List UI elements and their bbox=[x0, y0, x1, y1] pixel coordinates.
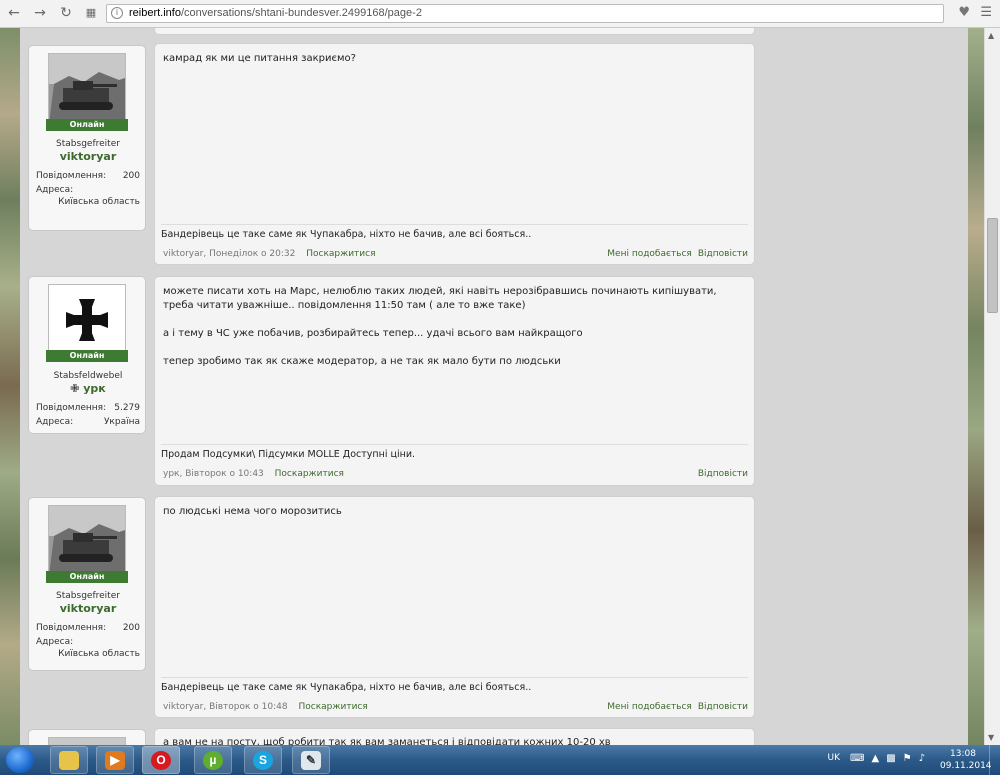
clock-time: 13:08 bbox=[950, 749, 976, 759]
volume-icon[interactable]: ♪ bbox=[919, 753, 932, 764]
taskbar-media-player[interactable]: ▶ bbox=[96, 746, 134, 774]
post-meta: viktoryar, Понеділок о 20:32 Поскаржитис… bbox=[163, 249, 748, 259]
clock-date: 09.11.2014 bbox=[940, 761, 992, 771]
post-user-panel: Онлайн Stabsgefreiter viktoryar Повідомл… bbox=[28, 497, 146, 671]
forward-icon[interactable]: → bbox=[32, 5, 48, 21]
previous-post-edge bbox=[154, 28, 755, 35]
windows-taskbar: ▶ O µ S ✎ UK ⌨▲▩⚑♪ 13:08 09.11.2014 bbox=[0, 745, 1000, 775]
signature: Бандерівець це таке саме як Чупакабра, н… bbox=[161, 224, 748, 240]
start-button[interactable] bbox=[6, 747, 34, 773]
taskbar-explorer[interactable] bbox=[50, 746, 88, 774]
system-clock[interactable]: 13:08 09.11.2014 bbox=[940, 748, 992, 772]
user-rank: Stabsgefreiter bbox=[56, 139, 120, 149]
skype-icon: S bbox=[253, 751, 273, 770]
username-link[interactable]: viktoryar bbox=[29, 602, 147, 615]
reply-link[interactable]: Відповісти bbox=[698, 702, 748, 712]
avatar[interactable] bbox=[48, 284, 126, 356]
post-user-panel: Онлайн Stabsfeldwebel ✙ урк Повідомлення… bbox=[28, 276, 146, 434]
stat-address: Адреса: Київська область bbox=[36, 637, 140, 659]
post-date[interactable]: Вівторок о 10:48 bbox=[209, 702, 288, 712]
apps-grid-icon[interactable]: ▦ bbox=[83, 5, 99, 21]
avatar[interactable] bbox=[48, 53, 126, 125]
scroll-up-icon[interactable]: ▲ bbox=[988, 31, 994, 40]
message-text: можете писати хоть на Марс, нелюблю таки… bbox=[163, 286, 717, 367]
folder-icon bbox=[59, 751, 79, 770]
like-link[interactable]: Мені подобається bbox=[607, 702, 692, 712]
opera-icon: O bbox=[151, 751, 171, 770]
report-link[interactable]: Поскаржитися bbox=[299, 702, 368, 712]
post-author[interactable]: урк bbox=[163, 469, 179, 479]
avatar[interactable] bbox=[48, 505, 126, 577]
play-icon: ▶ bbox=[105, 751, 125, 770]
user-rank: Stabsfeldwebel bbox=[53, 371, 123, 381]
post-date[interactable]: Понеділок о 20:32 bbox=[209, 249, 295, 259]
vertical-scrollbar[interactable]: ▲ ▼ bbox=[984, 28, 1000, 745]
show-hidden-icon[interactable]: ▲ bbox=[871, 753, 886, 764]
camouflage-background-left bbox=[0, 28, 20, 745]
show-desktop-button[interactable] bbox=[989, 745, 1000, 775]
post-meta: viktoryar, Вівторок о 10:48 Поскаржитися… bbox=[163, 702, 748, 712]
username-link[interactable]: viktoryar bbox=[29, 150, 147, 163]
post-meta: урк, Вівторок о 10:43 Поскаржитися Відпо… bbox=[163, 469, 748, 479]
online-badge: Онлайн bbox=[46, 350, 128, 362]
address-bar[interactable]: i reibert.info/conversations/shtani-bund… bbox=[106, 4, 944, 23]
bookmark-heart-icon[interactable]: ♥ bbox=[958, 5, 970, 20]
camouflage-background-right bbox=[968, 28, 984, 745]
iron-cross-icon: ✙ bbox=[70, 382, 80, 395]
stat-address: Адреса: Київська область bbox=[36, 185, 140, 207]
report-link[interactable]: Поскаржитися bbox=[275, 469, 344, 479]
page-info-icon[interactable]: i bbox=[111, 7, 123, 19]
scroll-thumb[interactable] bbox=[987, 218, 998, 313]
signature[interactable]: Продам Подсумки\ Підсумки MOLLE Доступні… bbox=[161, 444, 748, 460]
user-rank: Stabsgefreiter bbox=[56, 591, 120, 601]
taskbar-paint[interactable]: ✎ bbox=[292, 746, 330, 774]
like-link[interactable]: Мені подобається bbox=[607, 249, 692, 259]
flag-icon[interactable]: ⚑ bbox=[903, 753, 919, 764]
post-message: можете писати хоть на Марс, нелюблю таки… bbox=[154, 276, 755, 486]
post-author[interactable]: viktoryar bbox=[163, 702, 203, 712]
online-badge: Онлайн bbox=[46, 571, 128, 583]
reload-icon[interactable]: ↻ bbox=[58, 5, 74, 21]
scroll-down-icon[interactable]: ▼ bbox=[988, 733, 994, 742]
online-badge: Онлайн bbox=[46, 119, 128, 131]
keyboard-icon[interactable]: ⌨ bbox=[850, 753, 871, 764]
message-text: по людські нема чого морозитись bbox=[163, 506, 342, 517]
post-author[interactable]: viktoryar bbox=[163, 249, 203, 259]
utorrent-icon: µ bbox=[203, 751, 223, 770]
reply-link[interactable]: Відповісти bbox=[698, 249, 748, 259]
taskbar-skype[interactable]: S bbox=[244, 746, 282, 774]
post-message: камрад як ми це питання закриємо? Бандер… bbox=[154, 43, 755, 265]
message-text: камрад як ми це питання закриємо? bbox=[163, 53, 356, 64]
reply-link[interactable]: Відповісти bbox=[698, 469, 748, 479]
report-link[interactable]: Поскаржитися bbox=[306, 249, 375, 259]
username-link[interactable]: ✙ урк bbox=[29, 382, 147, 395]
paint-icon: ✎ bbox=[301, 751, 321, 770]
back-icon[interactable]: ← bbox=[6, 5, 22, 21]
post-message: по людські нема чого морозитись Бандерів… bbox=[154, 496, 755, 718]
language-indicator[interactable]: UK bbox=[828, 753, 841, 763]
url-text: reibert.info/conversations/shtani-bundes… bbox=[129, 7, 422, 19]
network-icon[interactable]: ▩ bbox=[886, 753, 902, 764]
menu-icon[interactable]: ☰ bbox=[980, 5, 992, 20]
post-user-panel: Онлайн Stabsgefreiter viktoryar Повідомл… bbox=[28, 45, 146, 231]
tray-icons: ⌨▲▩⚑♪ bbox=[850, 753, 932, 764]
taskbar-opera[interactable]: O bbox=[142, 746, 180, 774]
signature: Бандерівець це таке саме як Чупакабра, н… bbox=[161, 677, 748, 693]
browser-toolbar: ← → ↻ ▦ i reibert.info/conversations/sht… bbox=[0, 0, 1000, 28]
taskbar-utorrent[interactable]: µ bbox=[194, 746, 232, 774]
post-date[interactable]: Вівторок о 10:43 bbox=[185, 469, 264, 479]
